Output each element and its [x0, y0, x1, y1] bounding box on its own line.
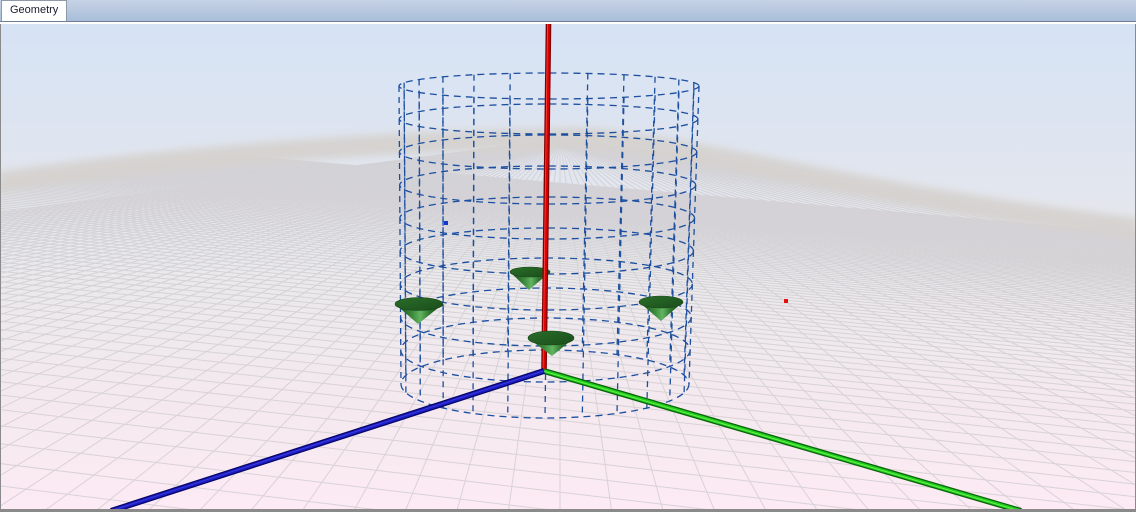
geometry-scene[interactable] [0, 22, 1136, 512]
blue-marker [444, 221, 448, 225]
application-window: Geometry [0, 0, 1136, 512]
tab-bar: Geometry [0, 0, 1136, 22]
red-marker [784, 299, 788, 303]
tab-geometry[interactable]: Geometry [1, 0, 67, 21]
3d-viewport[interactable] [0, 22, 1136, 512]
